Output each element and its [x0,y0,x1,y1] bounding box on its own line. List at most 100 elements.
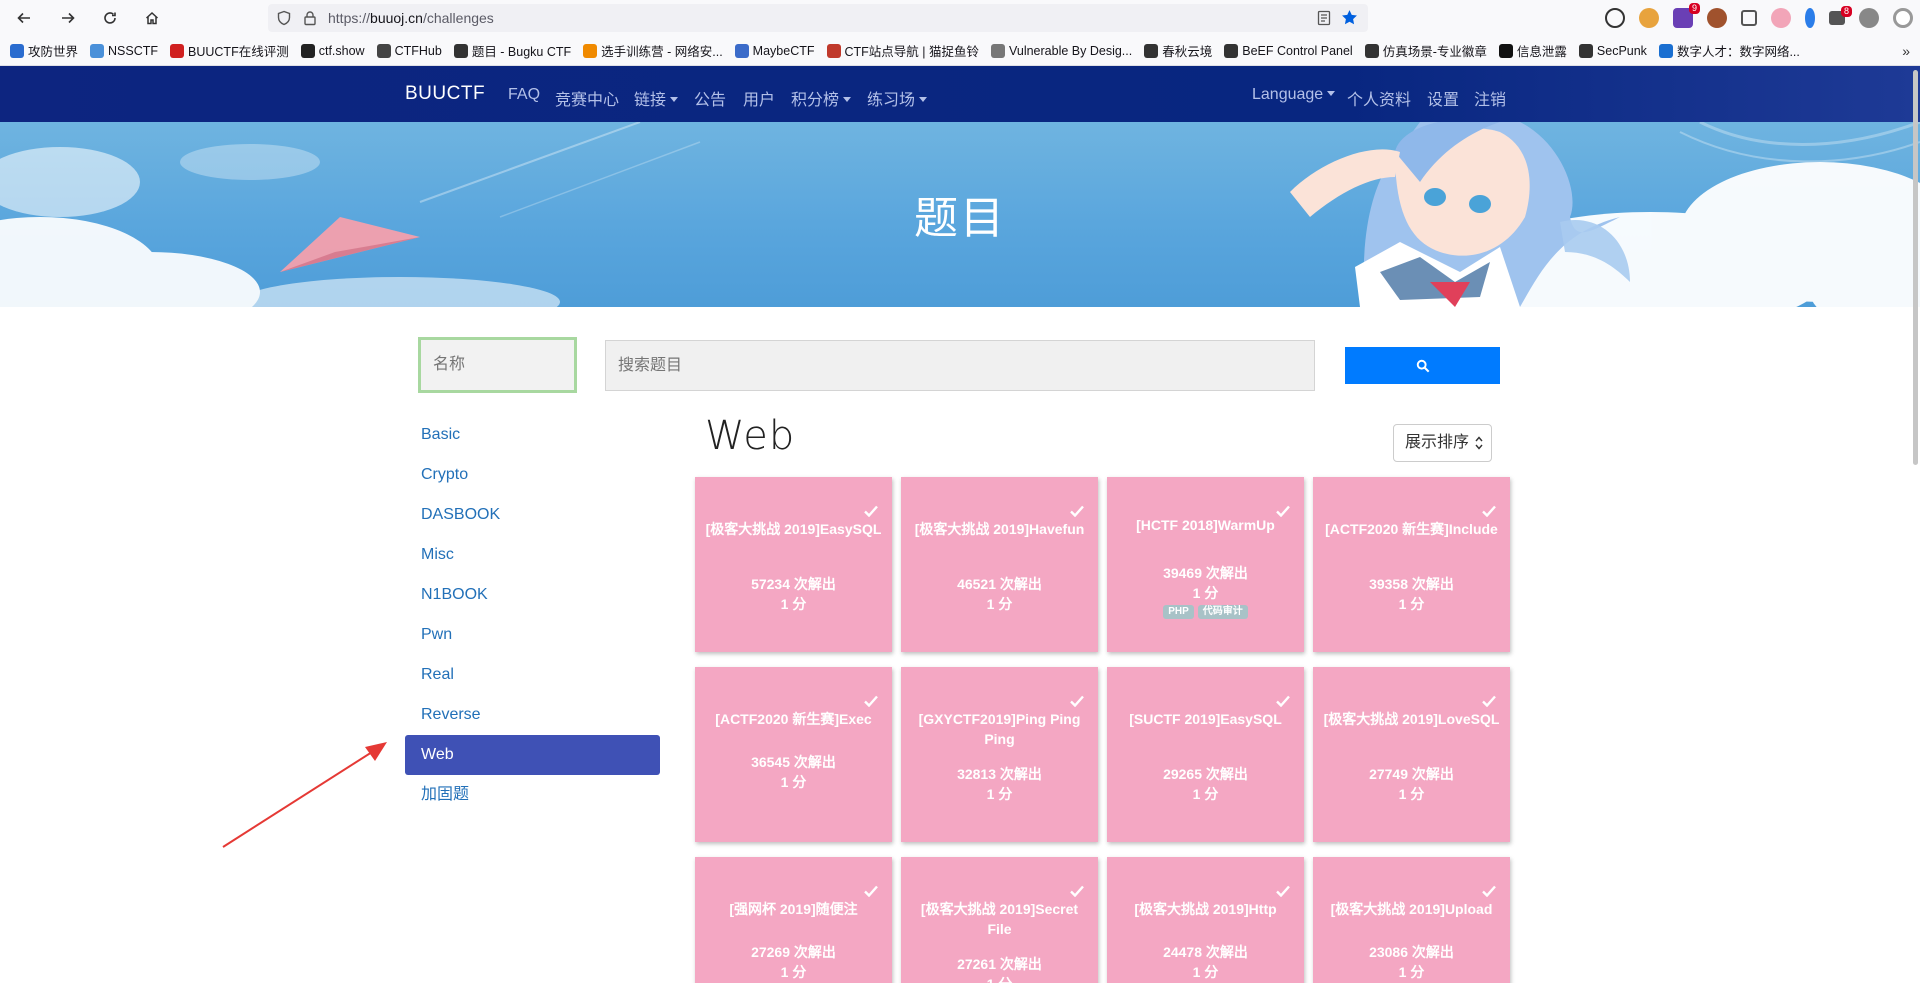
url-text[interactable]: https://buuoj.cn/challenges [328,10,494,26]
category-item-real[interactable]: Real [405,655,660,695]
extension-badge: 9 [1688,3,1700,14]
nav-scoreboard-dropdown[interactable]: 积分榜 [791,86,851,110]
sort-select[interactable]: 展示排序 [1393,424,1492,462]
challenge-points: 1 分 [780,596,807,612]
category-item-reverse[interactable]: Reverse [405,695,660,735]
search-button[interactable] [1345,347,1500,384]
challenge-card[interactable]: [极客大挑战 2019]EasySQL 57234 次解出 1 分 [695,477,892,652]
bookmark-item[interactable]: BUUCTF在线评测 [170,41,289,60]
bookmark-item[interactable]: 信息泄露 [1498,41,1567,60]
nav-practice-label: 练习场 [867,92,916,109]
puzzle-extension-icon[interactable] [1741,10,1757,26]
circle-extension-icon[interactable] [1893,8,1913,28]
challenge-tag[interactable]: PHP [1163,605,1194,619]
location-extension-icon[interactable] [1805,8,1815,28]
nav-announcements[interactable]: 公告 [694,86,726,110]
home-button[interactable] [138,4,166,32]
challenge-card[interactable]: [极客大挑战 2019]Http 24478 次解出 1 分 [1107,857,1304,983]
bookmark-item[interactable]: 攻防世界 [10,41,78,60]
bookmark-item[interactable]: CTFHub [376,43,442,58]
page-scrollbar[interactable] [1913,70,1918,465]
nav-settings[interactable]: 设置 [1427,86,1459,110]
challenge-points: 1 分 [901,974,1098,983]
bookmark-item[interactable]: 数字人才：数字网络... [1658,41,1800,60]
mail-extension-icon[interactable]: 8 [1829,6,1852,25]
challenge-card[interactable]: [极客大挑战 2019]Havefun 46521 次解出 1 分 [901,477,1098,652]
category-item-crypto[interactable]: Crypto [405,455,660,495]
chunqiu-icon [1144,43,1159,58]
nav-practice-dropdown[interactable]: 练习场 [867,86,927,110]
site-brand[interactable]: BUUCTF [405,83,485,105]
challenge-card[interactable]: [HCTF 2018]WarmUp 39469 次解出 1 分 PHP 代码审计 [1107,477,1304,652]
challenge-card[interactable]: [ACTF2020 新生赛]Include 39358 次解出 1 分 [1313,477,1510,652]
challenge-solve-count: 39469 次解出 [1163,565,1248,581]
category-item-hardening[interactable]: 加固题 [405,775,660,815]
ublock-extension-icon[interactable]: 9 [1673,3,1700,28]
nav-links-dropdown[interactable]: 链接 [634,86,678,110]
category-item-pwn[interactable]: Pwn [405,615,660,655]
account-icon[interactable] [1605,8,1625,28]
arrow-right-icon [62,12,75,24]
category-item-web[interactable]: Web [405,735,660,775]
nav-profile[interactable]: 个人资料 [1347,86,1411,110]
challenge-name: [极客大挑战 2019]EasySQL [705,521,882,537]
nav-competitions[interactable]: 竞赛中心 [555,86,619,110]
challenge-card[interactable]: [SUCTF 2019]EasySQL 29265 次解出 1 分 [1107,667,1304,842]
bookmark-item[interactable]: Vulnerable By Desig... [991,43,1133,58]
hackbar-extension-icon[interactable] [1639,8,1659,28]
url-path: /challenges [422,10,494,26]
challenge-solve-count: 57234 次解出 [751,576,836,592]
nav-logout[interactable]: 注销 [1474,86,1506,110]
reload-button[interactable] [96,4,124,32]
nav-language-dropdown[interactable]: Language [1252,86,1335,104]
back-button[interactable] [10,4,38,32]
reader-view-icon[interactable] [1316,10,1332,26]
bookmark-item[interactable]: ctf.show [300,43,365,58]
bookmark-label: Vulnerable By Desig... [1009,43,1133,58]
bookmark-star-icon[interactable] [1341,9,1358,26]
bookmark-item[interactable]: 题目 - Bugku CTF [453,41,571,60]
challenge-points: 1 分 [780,964,807,980]
flower-extension-icon[interactable] [1771,8,1791,28]
bookmark-item[interactable]: MaybeCTF [734,43,815,58]
bookmark-item[interactable]: CTF站点导航 | 猫捉鱼铃 [826,41,979,60]
name-filter-input[interactable] [418,337,577,393]
nav-faq[interactable]: FAQ [508,86,540,104]
challenge-solve-count: 27749 次解出 [1369,766,1454,782]
category-item-basic[interactable]: Basic [405,415,660,455]
challenge-points: 1 分 [986,596,1013,612]
shield-icon[interactable] [276,10,292,26]
challenge-card[interactable]: [极客大挑战 2019]Secret File 27261 次解出 1 分 [901,857,1098,983]
url-host: buuoj.cn [370,10,423,26]
challenge-name: [强网杯 2019]随便注 [729,901,858,917]
forward-button[interactable] [54,4,82,32]
bookmark-item[interactable]: 仿真场景-专业徽章 [1364,41,1487,60]
bookmark-label: 攻防世界 [28,45,79,59]
challenge-card[interactable]: [极客大挑战 2019]Upload 23086 次解出 1 分 [1313,857,1510,983]
challenge-tag[interactable]: 代码审计 [1197,605,1248,619]
globe-extension-icon[interactable] [1859,8,1879,28]
nav-users[interactable]: 用户 [743,86,775,110]
bookmarks-overflow-icon[interactable]: » [1902,43,1910,59]
challenge-card[interactable]: [强网杯 2019]随便注 27269 次解出 1 分 [695,857,892,983]
url-bar[interactable]: https://buuoj.cn/challenges [268,4,1368,32]
reload-icon [104,12,116,24]
challenge-points: 1 分 [1398,964,1425,980]
bookmark-label: BUUCTF在线评测 [188,45,289,59]
lock-icon[interactable] [302,10,318,26]
bookmark-item[interactable]: 选手训练营 - 网络安... [583,41,723,60]
challenge-card[interactable]: [ACTF2020 新生赛]Exec 36545 次解出 1 分 [695,667,892,842]
challenge-card[interactable]: [极客大挑战 2019]LoveSQL 27749 次解出 1 分 [1313,667,1510,842]
challenge-solve-count: 24478 次解出 [1163,944,1248,960]
bookmark-item[interactable]: 春秋云境 [1144,41,1212,60]
challenge-card[interactable]: [GXYCTF2019]Ping Ping Ping 32813 次解出 1 分 [901,667,1098,842]
category-item-misc[interactable]: Misc [405,535,660,575]
bookmark-item[interactable]: BeEF Control Panel [1224,43,1353,58]
bookmark-item[interactable]: SecPunk [1578,43,1647,58]
category-item-dasbook[interactable]: DASBOOK [405,495,660,535]
challenge-search-input[interactable] [605,340,1315,391]
category-item-n1book[interactable]: N1BOOK [405,575,660,615]
decorative-arcs [1679,122,1920,163]
cookie-extension-icon[interactable] [1707,8,1727,28]
bookmark-item[interactable]: NSSCTF [90,43,158,58]
